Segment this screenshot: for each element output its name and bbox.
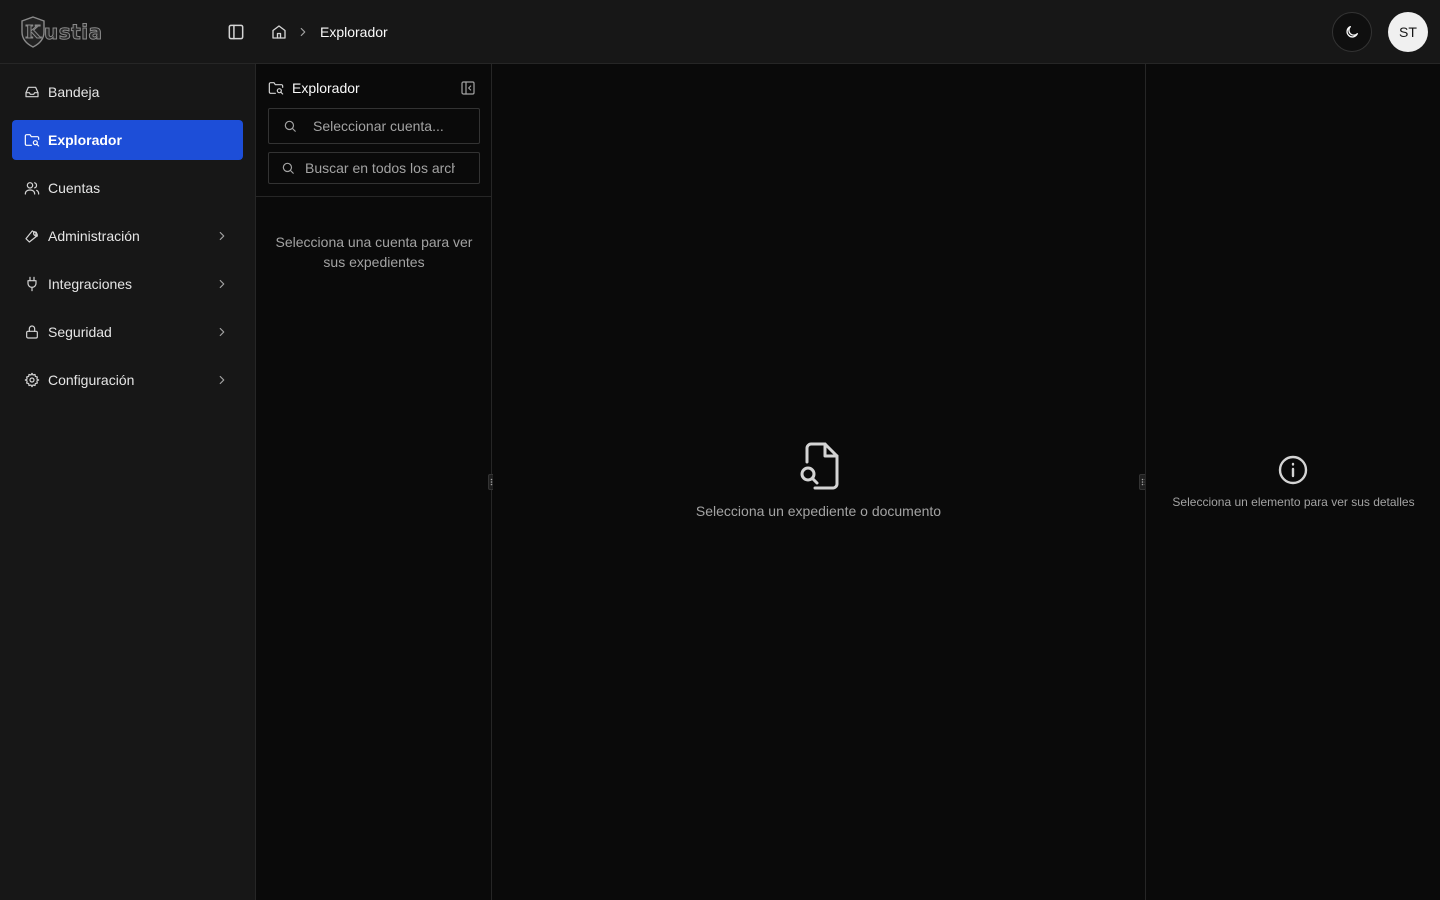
search-icon bbox=[281, 161, 295, 175]
folder-search-icon bbox=[24, 132, 40, 148]
file-search-icon bbox=[797, 442, 841, 490]
users-icon bbox=[24, 180, 40, 196]
sidebar-item-seguridad[interactable]: Seguridad bbox=[12, 312, 243, 352]
explorer-empty-message: Selecciona una cuenta para ver sus exped… bbox=[275, 234, 473, 270]
user-avatar[interactable]: ST bbox=[1388, 12, 1428, 52]
info-icon bbox=[1277, 454, 1309, 486]
plug-icon bbox=[24, 276, 40, 292]
sidebar-item-label: Cuentas bbox=[48, 180, 101, 196]
home-icon[interactable] bbox=[270, 23, 288, 41]
sidebar-item-label: Explorador bbox=[48, 132, 122, 148]
sidebar-toggle-icon[interactable] bbox=[226, 22, 246, 42]
breadcrumb-current: Explorador bbox=[320, 24, 388, 40]
sidebar-item-label: Seguridad bbox=[48, 324, 112, 340]
sidebar-item-configuracion[interactable]: Configuración bbox=[12, 360, 243, 400]
explorer-title: Explorador bbox=[292, 80, 360, 96]
sidebar-item-integraciones[interactable]: Integraciones bbox=[12, 264, 243, 304]
account-select[interactable] bbox=[268, 108, 480, 144]
sidebar-item-label: Integraciones bbox=[48, 276, 133, 292]
folder-search-icon bbox=[268, 80, 284, 96]
inbox-icon bbox=[24, 84, 40, 100]
search-input[interactable] bbox=[305, 160, 455, 176]
sidebar-item-cuentas[interactable]: Cuentas bbox=[12, 168, 243, 208]
explorer-header: Explorador bbox=[268, 78, 480, 98]
sidebar-item-label: Configuración bbox=[48, 372, 135, 388]
search-all-files[interactable] bbox=[268, 152, 480, 184]
sidebar-item-administracion[interactable]: Administración bbox=[12, 216, 243, 256]
divider bbox=[256, 196, 492, 197]
lock-icon bbox=[24, 324, 40, 340]
gear-icon bbox=[24, 372, 40, 388]
sidebar-item-explorador[interactable]: Explorador bbox=[12, 120, 243, 160]
logo-shield-icon: K bbox=[20, 16, 46, 48]
explorer-panel: Explorador Seleccionar cuenta... Buscar … bbox=[256, 64, 492, 900]
logo-letter: K bbox=[25, 21, 42, 43]
breadcrumb: Explorador bbox=[270, 21, 388, 43]
sidebar-item-label: Bandeja bbox=[48, 84, 100, 100]
chevron-right-icon bbox=[215, 277, 229, 291]
theme-toggle-button[interactable] bbox=[1332, 12, 1372, 52]
details-empty-message: Selecciona un elemento para ver sus deta… bbox=[1172, 495, 1415, 509]
sidebar-item-bandeja[interactable]: Bandeja bbox=[12, 72, 243, 112]
app-logo[interactable]: K ustia bbox=[20, 15, 104, 49]
main-panel: Selecciona un expediente o documento bbox=[493, 64, 1144, 900]
chevron-right-icon bbox=[215, 325, 229, 339]
chevron-right-icon bbox=[215, 373, 229, 387]
chevron-right-icon bbox=[296, 25, 310, 39]
chevron-right-icon bbox=[215, 229, 229, 243]
top-bar: K ustia Explorador ST bbox=[0, 0, 1440, 64]
account-select-input[interactable] bbox=[313, 118, 479, 134]
logo-text: ustia bbox=[44, 20, 103, 45]
search-icon bbox=[283, 119, 297, 133]
moon-icon bbox=[1344, 24, 1360, 40]
wrench-icon bbox=[24, 228, 40, 244]
panel-collapse-icon[interactable] bbox=[460, 80, 476, 96]
main-empty-message: Selecciona un expediente o documento bbox=[695, 503, 942, 519]
sidebar: Bandeja Explorador Cuentas Administració… bbox=[0, 64, 256, 900]
details-panel: Selecciona un elemento para ver sus deta… bbox=[1145, 64, 1440, 900]
sidebar-item-label: Administración bbox=[48, 228, 140, 244]
app-root: K ustia Explorador ST Bandeja Explorador… bbox=[0, 0, 1440, 900]
